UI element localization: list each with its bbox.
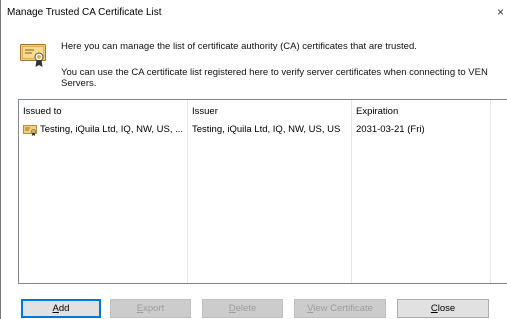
certificate-icon <box>23 125 37 136</box>
export-button[interactable]: Export <box>110 299 191 318</box>
export-button-label: xport <box>143 303 165 314</box>
cell-issued-to[interactable]: Testing, iQuila Ltd, IQ, NW, US, ... <box>40 124 186 135</box>
close-window-icon[interactable]: × <box>497 5 507 19</box>
window-border <box>0 0 1 319</box>
info-line-1: Here you can manage the list of certific… <box>61 41 417 52</box>
close-button-label: lose <box>437 303 456 314</box>
info-line-3: Servers. <box>61 78 97 89</box>
close-button[interactable]: Close <box>397 299 489 318</box>
view-certificate-button[interactable]: View Certificate <box>294 299 386 318</box>
close-button-mnemonic: C <box>430 303 438 314</box>
certificate-icon <box>20 44 46 67</box>
column-header-expiration[interactable]: Expiration <box>356 106 398 117</box>
cell-issuer[interactable]: Testing, iQuila Ltd, IQ, NW, US, US <box>192 124 350 135</box>
delete-button[interactable]: Delete <box>202 299 283 318</box>
certificate-list[interactable]: Issued to Issuer Expiration Testing, iQu… <box>18 99 507 284</box>
info-line-2: You can use the CA certificate list regi… <box>61 67 488 78</box>
column-divider <box>351 100 352 283</box>
add-button[interactable]: Add <box>21 299 101 318</box>
column-divider <box>490 100 491 283</box>
column-header-issued-to[interactable]: Issued to <box>23 106 62 117</box>
delete-button-label: elete <box>235 303 257 314</box>
add-button-label: dd <box>58 303 70 314</box>
column-divider <box>187 100 188 283</box>
view-certificate-button-label: iew Certificate <box>313 303 373 314</box>
window-title: Manage Trusted CA Certificate List <box>7 7 162 18</box>
column-header-issuer[interactable]: Issuer <box>192 106 218 117</box>
delete-button-mnemonic: D <box>228 303 236 314</box>
cell-expiration[interactable]: 2031-03-21 (Fri) <box>356 124 488 135</box>
